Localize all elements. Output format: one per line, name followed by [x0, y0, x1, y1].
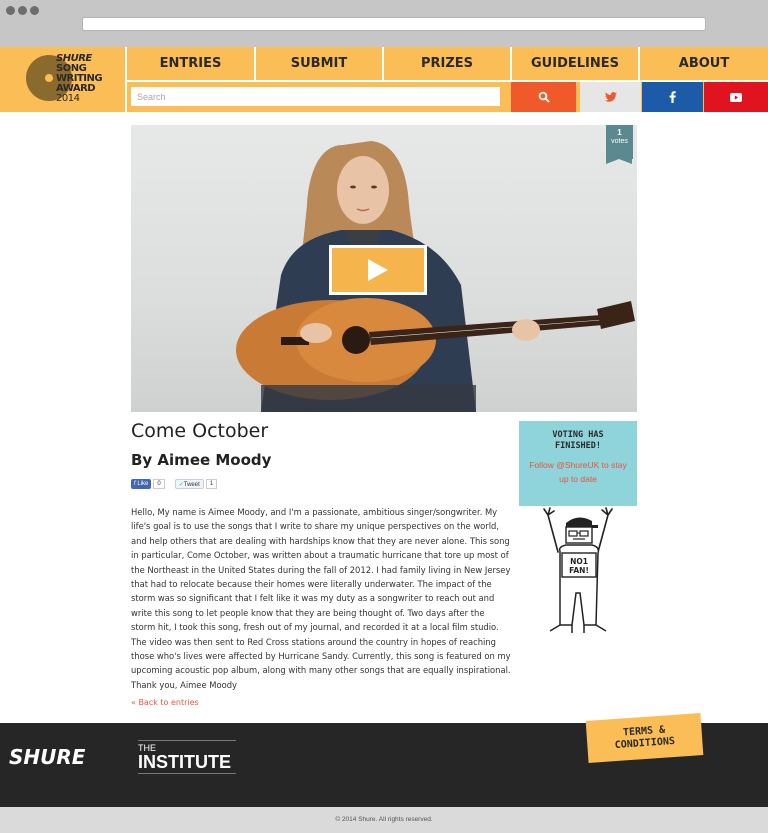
- follow-line1: Follow @ShureUK to stay: [529, 460, 627, 470]
- like-label: f Like: [131, 479, 152, 489]
- address-bar[interactable]: [82, 17, 706, 31]
- site-footer: SHURE THE INSTITUTE TERMS & CONDITIONS: [0, 713, 768, 807]
- institute-logo[interactable]: THE INSTITUTE: [138, 740, 236, 774]
- fan-sign-line2: FAN!: [569, 566, 589, 575]
- nav-submit[interactable]: SUBMIT: [256, 47, 384, 80]
- window-close-dot[interactable]: [6, 6, 15, 15]
- main-nav: ENTRIES SUBMIT PRIZES GUIDELINES ABOUT: [127, 47, 768, 80]
- follow-line2: up to date: [559, 474, 597, 484]
- window-maximize-dot[interactable]: [30, 6, 39, 15]
- voting-line2: FINISHED!: [554, 441, 602, 451]
- institute-name: INSTITUTE: [138, 752, 231, 772]
- browser-chrome: [0, 0, 768, 47]
- search-bar: [127, 82, 768, 112]
- copyright-text: © 2014 Shure. All rights reserved.: [0, 807, 768, 833]
- follow-shure-link[interactable]: Follow @ShureUK to stay up to date: [519, 458, 637, 486]
- tweet-text: Tweet: [183, 482, 200, 488]
- play-button[interactable]: [329, 245, 427, 295]
- institute-top-rule: [138, 740, 236, 741]
- nav-guidelines[interactable]: GUIDELINES: [512, 47, 640, 80]
- window-minimize-dot[interactable]: [18, 6, 27, 15]
- search-icon: [538, 91, 550, 103]
- institute-bottom-rule: [138, 773, 236, 774]
- search-input[interactable]: [131, 87, 500, 106]
- youtube-button[interactable]: [704, 82, 768, 112]
- entry-byline: By Aimee Moody: [131, 451, 272, 469]
- tweet-count: 1: [205, 479, 218, 489]
- nav-prizes[interactable]: PRIZES: [384, 47, 512, 80]
- like-count: 0: [153, 479, 165, 489]
- social-buttons: f Like 0 ✓Tweet 1: [131, 479, 218, 489]
- voting-status-box: VOTING HAS FINISHED! Follow @ShureUK to …: [519, 421, 637, 506]
- tweet-label: ✓Tweet: [174, 479, 204, 489]
- logo-text: SHURE SONG WRITING AWARD 2014: [56, 54, 103, 104]
- facebook-icon: [669, 91, 676, 103]
- fan-sign-line1: NO1: [570, 557, 588, 566]
- site-logo[interactable]: SHURE SONG WRITING AWARD 2014: [0, 47, 125, 112]
- twitter-icon: [604, 92, 617, 102]
- number-one-fan-illustration: NO1 FAN!: [538, 507, 618, 641]
- entry-description: Hello, My name is Aimee Moody, and I'm a…: [131, 507, 511, 690]
- twitter-button[interactable]: [580, 82, 641, 112]
- tweet-button[interactable]: ✓Tweet 1: [174, 479, 218, 489]
- back-to-entries-link[interactable]: « Back to entries: [131, 698, 199, 707]
- nav-about[interactable]: ABOUT: [640, 47, 768, 80]
- voting-heading: VOTING HAS FINISHED!: [519, 430, 637, 452]
- facebook-like-button[interactable]: f Like 0: [131, 479, 165, 489]
- shure-logo[interactable]: SHURE: [9, 745, 85, 769]
- search-button[interactable]: [511, 82, 576, 112]
- votes-label: votes: [611, 138, 628, 145]
- video-player[interactable]: 1 votes: [131, 125, 637, 412]
- nav-entries[interactable]: ENTRIES: [127, 47, 256, 80]
- terms-and-conditions-button[interactable]: TERMS & CONDITIONS: [585, 713, 704, 763]
- votes-count: 1: [617, 128, 622, 137]
- logo-year: 2014: [56, 93, 80, 104]
- page: SHURE SONG WRITING AWARD 2014 ENTRIES SU…: [0, 47, 768, 833]
- like-text: Like: [137, 481, 149, 487]
- fan-sign-text: NO1 FAN!: [562, 557, 596, 575]
- voting-line1: VOTING HAS: [552, 430, 604, 440]
- entry-title: Come October: [131, 420, 269, 442]
- play-icon: [368, 259, 388, 281]
- facebook-button[interactable]: [642, 82, 703, 112]
- youtube-icon: [730, 92, 742, 102]
- votes-badge: 1 votes: [606, 125, 633, 164]
